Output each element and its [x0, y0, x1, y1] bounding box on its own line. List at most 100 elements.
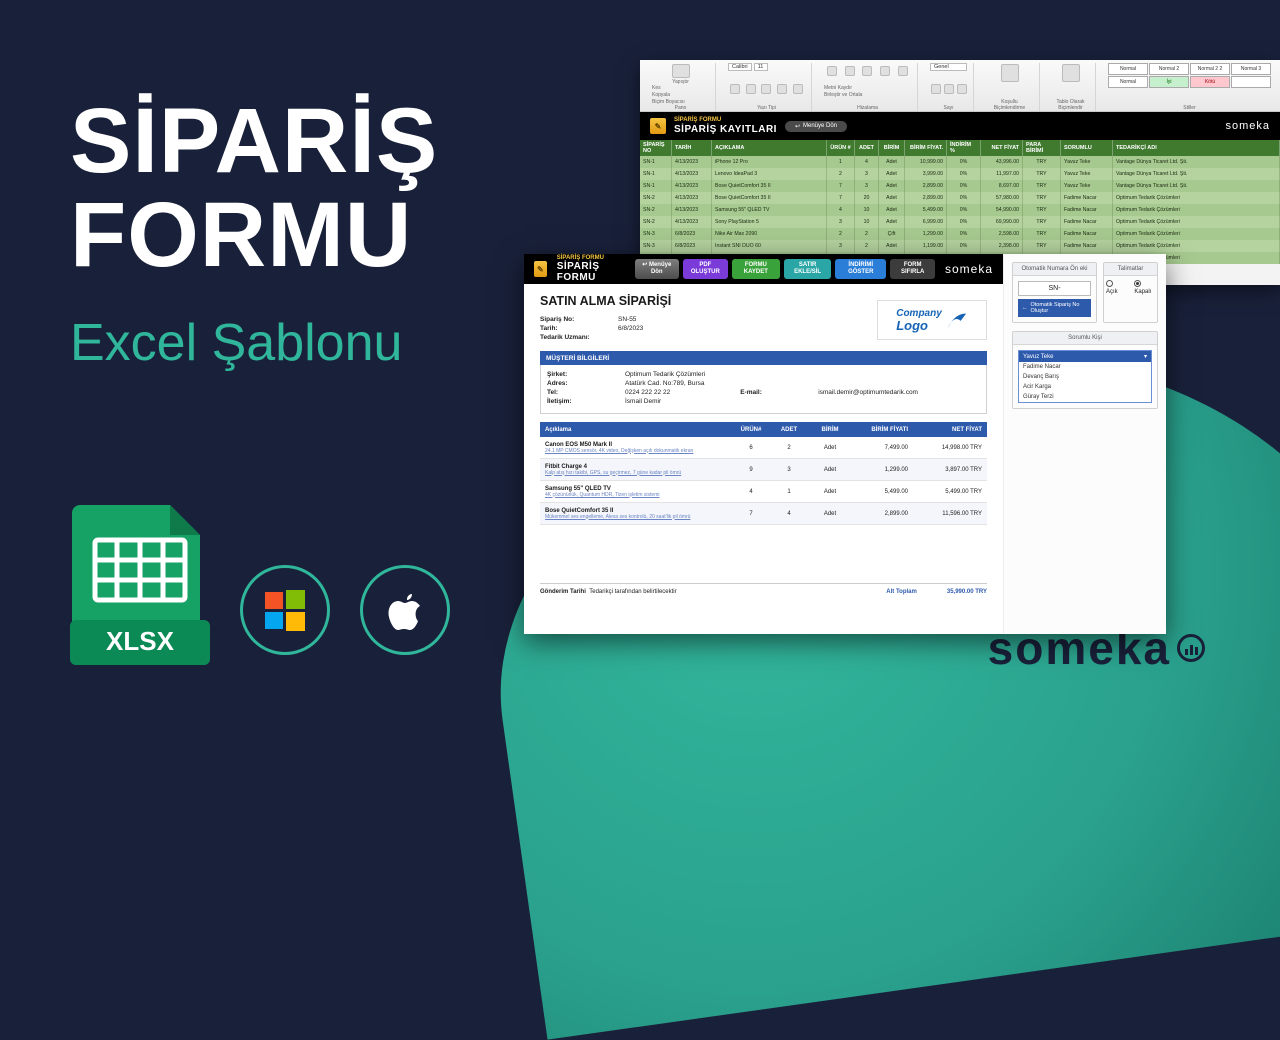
- form-side-panel: Otomatik Numara Ön eki SN- ← Otomatik Si…: [1004, 254, 1166, 634]
- style-normal2: Normal 2: [1149, 63, 1189, 75]
- form-btn-reset[interactable]: FORM SIFIRLA: [890, 259, 935, 278]
- select-option[interactable]: Fadime Nacar: [1019, 362, 1151, 372]
- left-arrow-icon: ←: [1022, 305, 1028, 311]
- side-auto-caption: Otomatik Numara Ön eki: [1013, 263, 1096, 276]
- xlsx-file-icon: XLSX: [70, 500, 210, 665]
- val-date: 6/8/2023: [618, 325, 643, 332]
- icol-unit: BİRİM: [807, 422, 853, 437]
- form-logo-icon2: ✎: [534, 261, 547, 277]
- col-supplier: TEDARİKÇİ ADI: [1113, 140, 1280, 156]
- order-document: SATIN ALMA SİPARİŞİ Sipariş No:SN-55 Tar…: [524, 284, 1003, 599]
- form-btn-row[interactable]: SATIR EKLE/SİL: [784, 259, 831, 278]
- radio-off[interactable]: Kapalı: [1134, 280, 1155, 295]
- col-responsible: SORUMLU: [1061, 140, 1113, 156]
- records-brand: someka: [1225, 120, 1270, 132]
- form-btn-save[interactable]: FORMU KAYDET: [732, 259, 780, 278]
- responsible-selected: Yavuz Teke: [1023, 354, 1053, 360]
- val-company: Optimum Tedarik Çözümleri: [625, 371, 705, 378]
- ribbon-cond-format: Koşullu Biçimlendirme: [986, 99, 1033, 111]
- col-unit: BİRİM: [879, 140, 905, 156]
- item-row: Canon EOS M50 Mark II24.1 MP CMOS sensör…: [540, 437, 987, 459]
- ribbon-font-size: 11: [754, 63, 768, 71]
- style-bad: Kötü: [1190, 76, 1230, 88]
- ship-note: Tedarikçi tarafından belirtilecektir: [589, 589, 676, 595]
- table-row: SN-36/8/2023Instant SNI DUO 6032Adet1,19…: [640, 240, 1280, 252]
- svg-text:XLSX: XLSX: [106, 626, 175, 656]
- records-header-bar: ✎ SİPARİŞ FORMU SİPARİŞ KAYITLARI ↩ Menü…: [640, 112, 1280, 140]
- radio-on[interactable]: Açık: [1106, 280, 1122, 295]
- ribbon-group-clipboard: Pano: [652, 105, 709, 111]
- logo-text2: Logo: [896, 319, 942, 332]
- val-orderno: SN-55: [618, 316, 636, 323]
- col-date: TARİH: [672, 140, 712, 156]
- icol-qty: ADET: [771, 422, 807, 437]
- select-option[interactable]: Acir Karga: [1019, 382, 1151, 392]
- form-brand: someka: [945, 262, 993, 276]
- col-qty: ADET: [855, 140, 879, 156]
- chevron-down-icon: ▾: [1144, 353, 1147, 360]
- val-contact: İsmail Demir: [625, 398, 661, 405]
- lbl-company: Şirket:: [547, 371, 625, 378]
- back-arrow-icon: ↩: [795, 123, 800, 130]
- records-menu-label: Menüye Dön: [803, 123, 837, 129]
- logo-text1: Company: [896, 309, 942, 319]
- sn-prefix-field[interactable]: SN-: [1018, 281, 1091, 296]
- col-desc: AÇIKLAMA: [712, 140, 827, 156]
- brand-chart-icon: [1177, 634, 1205, 662]
- col-currency: PARA BİRİMİ: [1023, 140, 1061, 156]
- item-row: Fitbit Charge 4Kalp atış hızı takibi, GP…: [540, 459, 987, 481]
- ribbon-group-number: Sayı: [930, 105, 967, 111]
- val-tel: 0224 222 22 22: [625, 389, 670, 396]
- excel-ribbon: Yapıştır Kes Kopyala Biçim Boyacısı Pano…: [640, 60, 1280, 112]
- ribbon-group-font: Yazı Tipi: [728, 105, 805, 111]
- ribbon-merge: Birleştir ve Ortala: [824, 92, 862, 98]
- windows-icon: [263, 588, 307, 632]
- col-orderno: SİPARİŞ NO: [640, 140, 672, 156]
- form-btn-discount[interactable]: İNDİRİMİ GÖSTER: [835, 259, 886, 278]
- ribbon-group-align: Hizalama: [824, 105, 911, 111]
- lbl-addr: Adres:: [547, 380, 625, 387]
- form-header-bar: ✎ SİPARİŞ FORMU SİPARİŞ FORMU ↩ Menüye D…: [524, 254, 1003, 284]
- form-btn-menu[interactable]: ↩ Menüye Dön: [635, 259, 679, 278]
- responsible-select[interactable]: Yavuz Teke ▾ Fadime NacarDevanç BarışAcir…: [1018, 350, 1152, 403]
- style-normal22: Normal 2 2: [1190, 63, 1230, 75]
- back-arrow-icon: ↩: [642, 262, 649, 268]
- val-addr: Atatürk Cad. No:789, Bursa: [625, 380, 705, 387]
- items-body: Canon EOS M50 Mark II24.1 MP CMOS sensör…: [540, 437, 987, 525]
- lbl-tel: Tel:: [547, 389, 625, 396]
- cond-format-icon: [1001, 64, 1019, 82]
- subtotal-label: Alt Toplam: [886, 589, 917, 595]
- form-big-title: SİPARİŞ FORMU: [557, 261, 625, 283]
- section-customer: MÜŞTERİ BİLGİLERİ: [540, 351, 987, 365]
- customer-info-box: Şirket:Optimum Tedarik Çözümleri Adres:A…: [540, 365, 987, 414]
- generate-orderno-button[interactable]: ← Otomatik Sipariş No Oluştur: [1018, 299, 1091, 317]
- lbl-orderno: Sipariş No:: [540, 316, 618, 323]
- select-option[interactable]: Güray Terzi: [1019, 392, 1151, 402]
- icol-netprice: NET FİYAT: [913, 422, 987, 437]
- subtotal-value: 35,990.00 TRY: [947, 589, 987, 595]
- form-logo-icon: ✎: [650, 118, 666, 134]
- select-option[interactable]: Devanç Barış: [1019, 372, 1151, 382]
- lbl-date: Tarih:: [540, 325, 618, 332]
- records-small-title: SİPARİŞ FORMU: [674, 117, 777, 124]
- hero-title-line2: FORMU: [70, 189, 438, 283]
- ribbon-cut: Kes: [652, 85, 661, 91]
- records-menu-button[interactable]: ↩ Menüye Dön: [785, 121, 847, 132]
- style-good: İyi: [1149, 76, 1189, 88]
- lbl-agent: Tedarik Uzmanı:: [540, 334, 618, 341]
- doc-footer: Gönderim Tarihi Tedarikçi tarafından bel…: [540, 583, 987, 599]
- paste-icon: [672, 64, 690, 78]
- screenshot-records: Yapıştır Kes Kopyala Biçim Boyacısı Pano…: [640, 60, 1280, 285]
- col-product: ÜRÜN #: [827, 140, 855, 156]
- ribbon-number-format: Genel: [930, 63, 967, 71]
- icol-desc: Açıklama: [540, 422, 731, 437]
- table-row: SN-24/13/2023Sony PlayStation 5310Adet6,…: [640, 216, 1280, 228]
- form-btn-pdf[interactable]: PDF OLUŞTUR: [683, 259, 728, 278]
- col-netprice: NET FİYAT: [981, 140, 1023, 156]
- side-responsible-caption: Sorumlu Kişi: [1013, 332, 1157, 345]
- records-table-header: SİPARİŞ NO TARİH AÇIKLAMA ÜRÜN # ADET Bİ…: [640, 140, 1280, 156]
- table-row: SN-36/8/2023Nike Air Max 209022Çift1,299…: [640, 228, 1280, 240]
- table-row: SN-14/13/2023Lenovo IdeaPad 323Adet3,999…: [640, 168, 1280, 180]
- apple-icon: [385, 587, 425, 633]
- platform-icons-row: XLSX: [70, 500, 450, 665]
